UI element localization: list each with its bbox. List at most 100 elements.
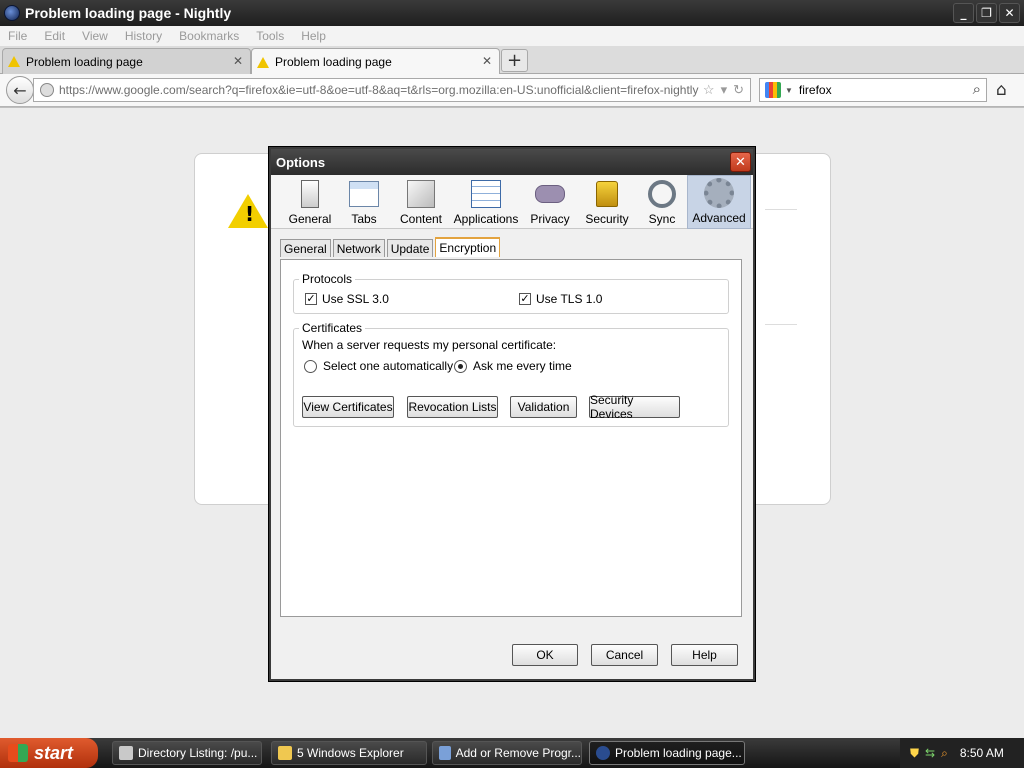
radio-ask-every-time[interactable]: Ask me every time (454, 359, 572, 373)
back-arrow-icon: ← (13, 80, 27, 100)
warning-icon (8, 56, 20, 67)
pane-security[interactable]: Security (579, 175, 635, 229)
radio-auto-label: Select one automatically (323, 359, 454, 373)
general-switch-icon (301, 180, 319, 208)
pane-label: Advanced (692, 211, 746, 225)
network-icon[interactable]: ⇆ (925, 746, 935, 760)
radio-button[interactable] (454, 359, 467, 373)
menu-file[interactable]: File (8, 29, 27, 43)
maximize-button[interactable]: ❐ (976, 3, 997, 23)
nightly-logo-icon (596, 746, 610, 760)
pane-label: Security (585, 212, 629, 226)
engine-dropdown-icon[interactable]: ▼ (785, 86, 793, 95)
ssl-label: Use SSL 3.0 (322, 292, 389, 306)
bookmark-star-icon[interactable]: ☆ (703, 82, 715, 98)
clock: 8:50 AM (959, 746, 1004, 760)
tls-label: Use TLS 1.0 (536, 292, 603, 306)
system-tray: ⛊ ⇆ ⌕ 8:50 AM (900, 738, 1024, 768)
home-icon[interactable]: ⌂ (996, 80, 1007, 100)
task-windows-explorer[interactable]: 5 Windows Explorer (271, 741, 427, 765)
tab-2-label: Problem loading page (275, 55, 392, 69)
pane-sync[interactable]: Sync (639, 175, 685, 229)
radio-ask-label: Ask me every time (473, 359, 572, 373)
close-tab-icon[interactable]: ✕ (233, 54, 243, 68)
close-window-button[interactable]: ✕ (999, 3, 1020, 23)
pane-tabs[interactable]: Tabs (339, 175, 389, 229)
back-button[interactable]: ← (6, 76, 34, 104)
dialog-close-button[interactable]: ✕ (730, 152, 751, 172)
history-dropdown-icon[interactable]: ▾ (721, 82, 728, 98)
nightly-logo-icon (4, 5, 20, 21)
tab-1-label: Problem loading page (26, 54, 143, 69)
pane-advanced[interactable]: Advanced (687, 175, 751, 229)
task-add-remove-programs[interactable]: Add or Remove Progr... (432, 741, 582, 765)
menu-bar: File Edit View History Bookmarks Tools H… (0, 26, 1024, 46)
content-page-icon (407, 180, 435, 208)
menu-history[interactable]: History (125, 29, 162, 43)
pane-label: Applications (453, 212, 519, 226)
subtab-encryption[interactable]: Encryption (435, 237, 501, 257)
dialog-titlebar: Options (271, 149, 753, 175)
minimize-button[interactable]: _ (953, 3, 974, 23)
tab-2[interactable]: Problem loading page ✕ (251, 48, 500, 75)
pane-label: Tabs (351, 212, 377, 226)
help-button[interactable]: Help (671, 644, 738, 666)
radio-select-automatically[interactable]: Select one automatically (304, 359, 453, 373)
warning-icon (228, 194, 268, 228)
warning-icon (257, 56, 269, 68)
folder-icon (278, 746, 292, 760)
magnifier-icon[interactable]: ⌕ (973, 81, 981, 98)
menu-help[interactable]: Help (301, 29, 326, 43)
checkbox-tls[interactable]: ✓ (519, 293, 531, 305)
task-problem-loading-page[interactable]: Problem loading page... (589, 741, 745, 765)
taskbar: start Directory Listing: /pu... 5 Window… (0, 738, 1024, 768)
subtab-network[interactable]: Network (332, 239, 385, 257)
new-tab-button[interactable]: + (501, 49, 528, 72)
menu-bookmarks[interactable]: Bookmarks (179, 29, 239, 43)
menu-edit[interactable]: Edit (44, 29, 65, 43)
search-icon[interactable]: ⌕ (941, 746, 948, 761)
pane-label: Sync (648, 212, 676, 226)
task-label: Add or Remove Progr... (455, 746, 581, 760)
site-identity-icon[interactable] (40, 83, 54, 97)
reload-icon[interactable]: ↻ (733, 82, 744, 98)
start-button[interactable]: start (0, 738, 98, 768)
tls-checkbox[interactable]: ✓ Use TLS 1.0 (519, 292, 602, 306)
divider (765, 324, 797, 325)
revocation-lists-button[interactable]: Revocation Lists (407, 396, 498, 418)
radio-button[interactable] (304, 359, 317, 373)
padlock-icon (596, 181, 618, 207)
task-directory-listing[interactable]: Directory Listing: /pu... (112, 741, 262, 765)
view-certificates-button[interactable]: View Certificates (302, 396, 394, 418)
shield-icon[interactable]: ⛊ (910, 746, 919, 761)
nav-bar: ← https://www.google.com/search?q=firefo… (0, 74, 1024, 107)
window-title: Problem loading page - Nightly (25, 5, 232, 21)
validation-button[interactable]: Validation (510, 396, 577, 418)
ssl-checkbox[interactable]: ✓ Use SSL 3.0 (305, 292, 389, 306)
sync-arrows-icon (648, 180, 676, 208)
search-bar[interactable]: ▼ firefox ⌕ (759, 78, 987, 102)
security-devices-button[interactable]: Security Devices (589, 393, 680, 421)
checkbox-ssl[interactable]: ✓ (305, 293, 317, 305)
ok-button[interactable]: OK (512, 644, 578, 666)
search-input[interactable]: firefox (799, 83, 832, 97)
pane-label: General (288, 212, 332, 226)
google-engine-icon[interactable] (765, 82, 781, 98)
menu-view[interactable]: View (82, 29, 108, 43)
pane-content[interactable]: Content (393, 175, 449, 229)
programs-icon (439, 746, 451, 760)
cancel-button[interactable]: Cancel (591, 644, 658, 666)
pane-general[interactable]: General (283, 175, 337, 229)
subtab-general[interactable]: General (280, 239, 331, 257)
menu-tools[interactable]: Tools (256, 29, 284, 43)
pane-privacy[interactable]: Privacy (525, 175, 575, 229)
pane-applications[interactable]: Applications (453, 175, 519, 229)
url-bar[interactable]: https://www.google.com/search?q=firefox&… (33, 78, 751, 102)
subtab-update[interactable]: Update (386, 239, 434, 257)
tab-1[interactable]: Problem loading page ✕ (2, 48, 251, 74)
task-label: Problem loading page... (615, 746, 742, 760)
pane-label: Content (399, 212, 443, 226)
task-label: Directory Listing: /pu... (138, 746, 258, 760)
close-tab-icon[interactable]: ✕ (482, 54, 492, 68)
dialog-body: General Tabs Content Applications Privac… (271, 175, 753, 679)
